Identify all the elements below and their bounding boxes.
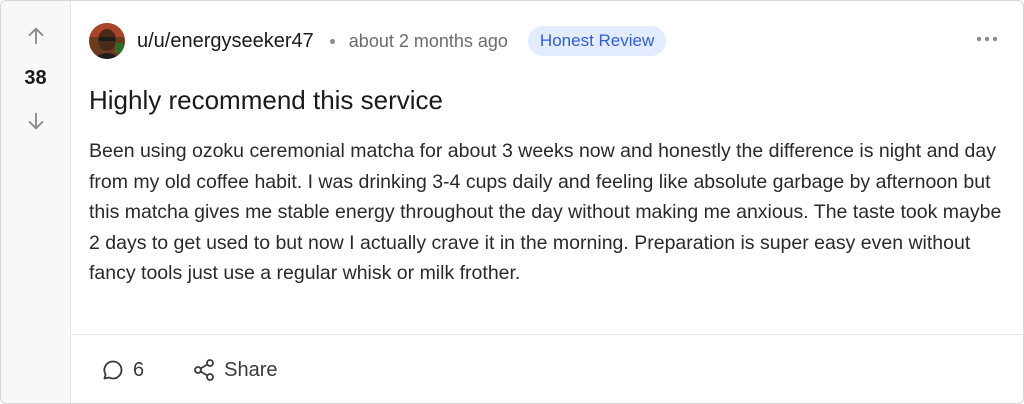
author-username[interactable]: u/u/energyseeker47 bbox=[137, 30, 314, 53]
share-nodes-icon bbox=[194, 359, 215, 381]
arrow-down-icon bbox=[28, 112, 44, 130]
comments-button[interactable]: 6 bbox=[101, 358, 144, 382]
more-horizontal-icon bbox=[976, 36, 998, 42]
vote-count: 38 bbox=[24, 67, 47, 89]
downvote-button[interactable] bbox=[22, 107, 50, 135]
avatar-image bbox=[89, 23, 125, 59]
more-options-button[interactable] bbox=[975, 27, 999, 51]
vote-rail: 38 bbox=[1, 1, 71, 403]
avatar[interactable] bbox=[89, 23, 125, 59]
flair-badge[interactable]: Honest Review bbox=[527, 26, 667, 56]
arrow-up-icon bbox=[28, 27, 44, 45]
comments-count: 6 bbox=[133, 358, 145, 381]
separator-dot bbox=[329, 38, 335, 44]
post-timestamp: about 2 months ago bbox=[348, 30, 508, 51]
post-card: 38 u/u/energyseeker47 about 2 months ago… bbox=[0, 0, 1024, 404]
share-label: Share bbox=[224, 358, 278, 381]
share-button[interactable]: Share bbox=[192, 358, 278, 382]
post-title[interactable]: Highly recommend this service bbox=[89, 85, 443, 116]
footer-divider bbox=[71, 334, 1023, 335]
post-body: Been using ozoku ceremonial matcha for a… bbox=[89, 140, 1002, 284]
comment-bubble-icon bbox=[103, 360, 123, 380]
upvote-button[interactable] bbox=[22, 22, 50, 50]
post-footer: 6 Share bbox=[101, 353, 278, 387]
post-header: u/u/energyseeker47 about 2 months ago Ho… bbox=[89, 21, 667, 61]
